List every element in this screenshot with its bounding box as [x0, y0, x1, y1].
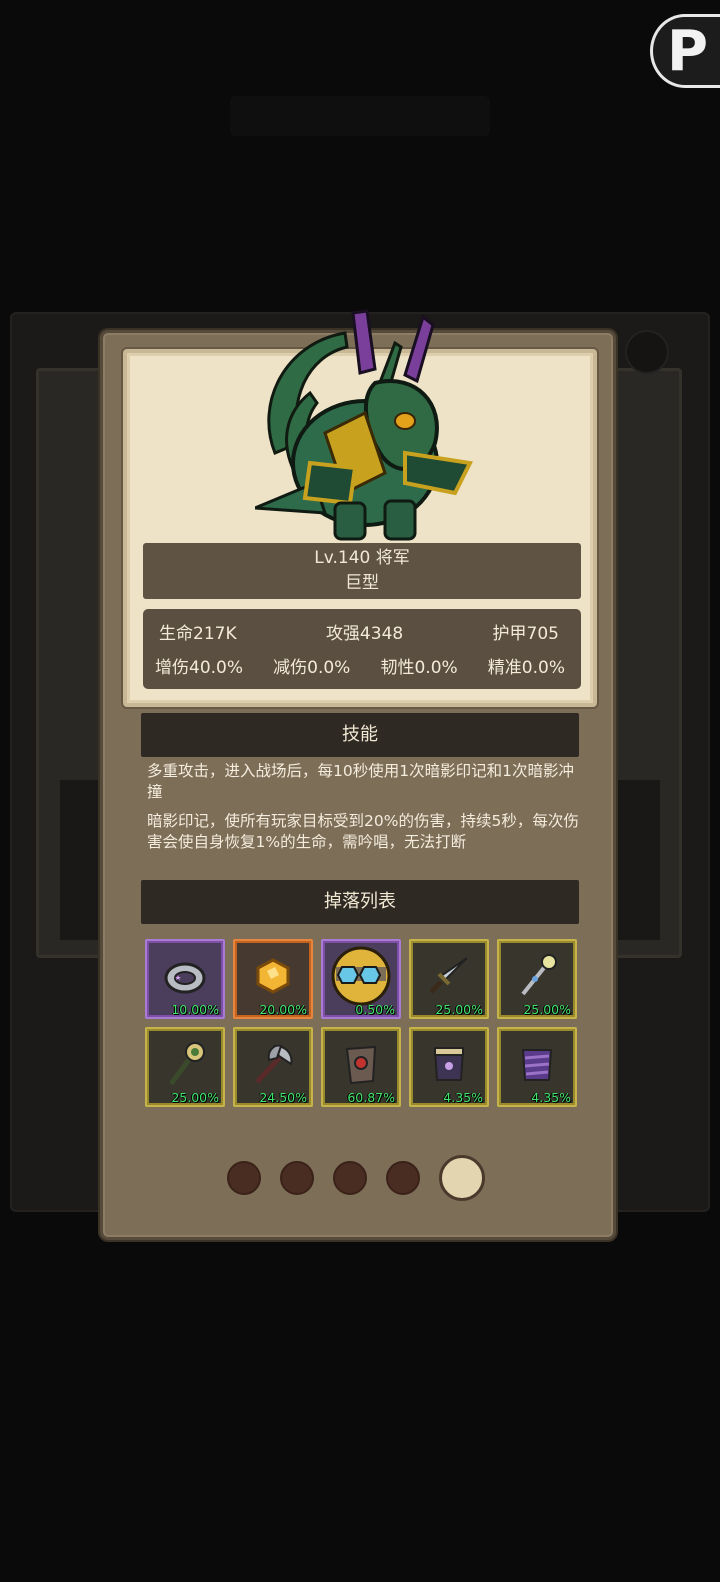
stats-row-1: 生命217K 攻强4348 护甲705 [143, 619, 581, 644]
drop-item-slot[interactable]: 4.35% [409, 1027, 489, 1107]
drop-item-slot[interactable]: 20.00% [233, 939, 313, 1019]
drop-item-slot[interactable]: 4.35% [497, 1027, 577, 1107]
drop-rate: 0.50% [355, 1002, 395, 1017]
red-gem-chest-icon [345, 1045, 377, 1084]
monster-size-type: 巨型 [345, 573, 379, 593]
monster-level-name: Lv.140 将军 [314, 548, 410, 568]
drop-item-slot[interactable]: 0.50% [321, 939, 401, 1019]
mask-icon [331, 946, 391, 1006]
page-indicator [227, 1153, 485, 1203]
page-dot[interactable] [227, 1161, 261, 1195]
dagger-icon [429, 956, 468, 994]
monster-portrait-frame: Lv.140 将军 巨型 生命217K 攻强4348 护甲705 增伤40.0%… [123, 309, 597, 707]
stat-attack: 攻强4348 [325, 624, 404, 644]
monster-name-bar: Lv.140 将军 巨型 [143, 543, 581, 599]
drop-rate: 25.00% [435, 1002, 483, 1017]
drop-rate: 60.87% [347, 1090, 395, 1105]
monster-info-card: Lv.140 将军 巨型 生命217K 攻强4348 护甲705 增伤40.0%… [100, 309, 616, 1240]
stat-hp: 生命217K [159, 624, 237, 644]
stat-accuracy: 精准0.0% [487, 658, 565, 678]
page-dot[interactable] [333, 1161, 367, 1195]
monster-stats-box: 生命217K 攻强4348 护甲705 增伤40.0% 减伤0.0% 韧性0.0… [143, 609, 581, 689]
stat-damage-reduction: 减伤0.0% [273, 658, 351, 678]
purple-armor-icon [521, 1048, 553, 1081]
drop-item-slot[interactable]: 25.00% [145, 1027, 225, 1107]
background-title [230, 96, 490, 136]
drop-list-header: 掉落列表 [141, 880, 579, 924]
mace-icon [168, 1041, 205, 1086]
ring-icon [164, 962, 206, 994]
skills-header: 技能 [141, 713, 579, 757]
corner-logo[interactable]: P [650, 14, 720, 88]
drop-item-slot[interactable]: 24.50% [233, 1027, 313, 1107]
drop-rate: 4.35% [531, 1090, 571, 1105]
drop-rate: 10.00% [171, 1002, 219, 1017]
drop-rate: 20.00% [259, 1002, 307, 1017]
gold-ore-icon [256, 958, 290, 994]
axe-icon [255, 1044, 293, 1084]
background-menu-button [625, 330, 669, 374]
page-dot-active[interactable] [439, 1155, 485, 1201]
drop-rate: 4.35% [443, 1090, 483, 1105]
stat-tenacity: 韧性0.0% [380, 658, 458, 678]
scepter-icon [521, 953, 557, 996]
skills-list[interactable]: 多重攻击，进入战场后，每10秒使用1次暗影印记和1次暗影冲撞 暗影印记，使所有玩… [147, 761, 587, 859]
purple-chest-icon [433, 1046, 465, 1081]
skill-description: 暗影印记，使所有玩家目标受到20%的伤害，持续5秒，每次伤害会使自身恢复1%的生… [147, 812, 579, 851]
stat-damage-increase: 增伤40.0% [155, 658, 244, 678]
drop-item-slot[interactable]: 60.87% [321, 1027, 401, 1107]
page-dot[interactable] [280, 1161, 314, 1195]
drop-rate: 25.00% [523, 1002, 571, 1017]
skill-description: 多重攻击，进入战场后，每10秒使用1次暗影印记和1次暗影冲撞 [147, 762, 574, 801]
stat-armor: 护甲705 [492, 624, 559, 644]
page-dot[interactable] [386, 1161, 420, 1195]
drop-item-slot[interactable]: 25.00% [497, 939, 577, 1019]
monster-general-sprite [255, 309, 474, 541]
drop-item-slot[interactable]: 25.00% [409, 939, 489, 1019]
drop-item-slot[interactable]: 10.00% [145, 939, 225, 1019]
drop-rate: 24.50% [259, 1090, 307, 1105]
corner-logo-letter: P [667, 19, 709, 84]
stats-row-2: 增伤40.0% 减伤0.0% 韧性0.0% 精准0.0% [143, 653, 581, 678]
drop-rate: 25.00% [171, 1090, 219, 1105]
